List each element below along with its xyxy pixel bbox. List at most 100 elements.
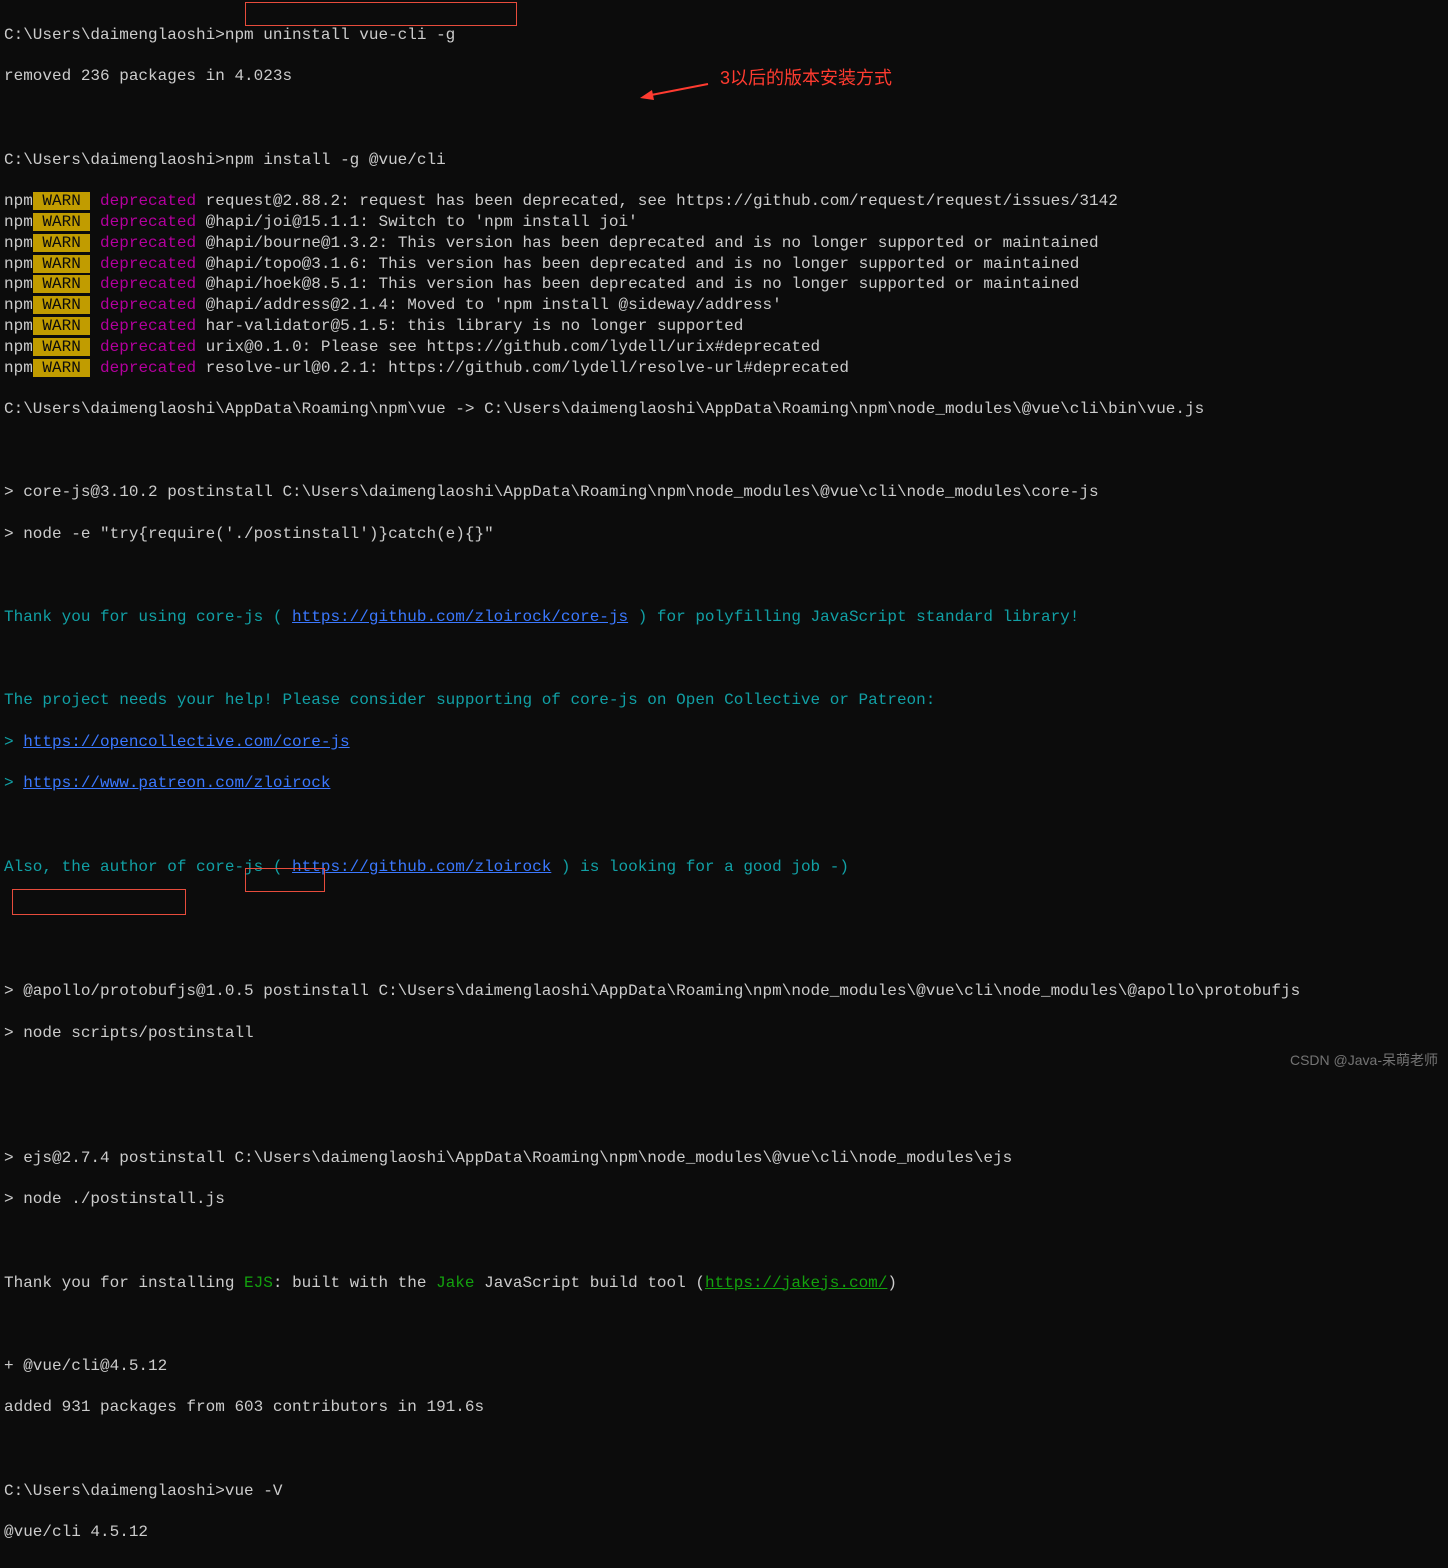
blank-line xyxy=(4,108,1444,129)
corejs-oc-line: > https://opencollective.com/core-js xyxy=(4,732,1444,753)
command-version: vue -V xyxy=(225,1482,283,1500)
deprecated-label: deprecated xyxy=(100,213,196,231)
opencollective-link[interactable]: https://opencollective.com/core-js xyxy=(23,733,349,751)
corejs-help: The project needs your help! Please cons… xyxy=(4,690,1444,711)
corejs-link[interactable]: https://github.com/zloirock/core-js xyxy=(292,608,628,626)
warn-message: : Switch to 'npm install joi' xyxy=(359,213,637,231)
prompt-line: C:\Users\daimenglaoshi>npm install -g @v… xyxy=(4,150,1444,171)
blank-line xyxy=(4,1106,1444,1127)
npm-warn-line: npm WARN deprecated @hapi/joi@15.1.1: Sw… xyxy=(4,212,1444,233)
corejs-pat-line: > https://www.patreon.com/zloirock xyxy=(4,773,1444,794)
warn-message: : This version has been deprecated and i… xyxy=(359,275,1079,293)
blank-line xyxy=(4,441,1444,462)
apollo-postinstall: > @apollo/protobufjs@1.0.5 postinstall C… xyxy=(4,981,1444,1002)
added-packages: added 931 packages from 603 contributors… xyxy=(4,1397,1444,1418)
warn-package: request@2.88.2 xyxy=(206,192,340,210)
command-uninstall: npm uninstall vue-cli -g xyxy=(225,26,455,44)
npm-warn-line: npm WARN deprecated har-validator@5.1.5:… xyxy=(4,316,1444,337)
warn-badge: WARN xyxy=(33,296,91,314)
zloirock-link[interactable]: https://github.com/zloirock xyxy=(292,858,551,876)
ejs-name: EJS xyxy=(244,1274,273,1292)
deprecated-label: deprecated xyxy=(100,234,196,252)
deprecated-label: deprecated xyxy=(100,338,196,356)
command-install: npm install -g @vue/cli xyxy=(225,151,446,169)
deprecated-label: deprecated xyxy=(100,359,196,377)
deprecated-label: deprecated xyxy=(100,275,196,293)
npm-warn-line: npm WARN deprecated @hapi/address@2.1.4:… xyxy=(4,295,1444,316)
blank-line xyxy=(4,1314,1444,1335)
patreon-link[interactable]: https://www.patreon.com/zloirock xyxy=(23,774,330,792)
warn-package: @hapi/hoek@8.5.1 xyxy=(206,275,360,293)
corejs-author: Also, the author of core-js ( https://gi… xyxy=(4,857,1444,878)
warn-badge: WARN xyxy=(33,359,91,377)
npm-label: npm xyxy=(4,338,33,356)
warn-badge: WARN xyxy=(33,255,91,273)
corejs-node: > node -e "try{require('./postinstall')}… xyxy=(4,524,1444,545)
warn-badge: WARN xyxy=(33,275,91,293)
blank-line xyxy=(4,1231,1444,1252)
terminal-output[interactable]: C:\Users\daimenglaoshi>npm uninstall vue… xyxy=(0,0,1448,1568)
npm-label: npm xyxy=(4,275,33,293)
npm-warn-line: npm WARN deprecated resolve-url@0.2.1: h… xyxy=(4,358,1444,379)
corejs-postinstall: > core-js@3.10.2 postinstall C:\Users\da… xyxy=(4,482,1444,503)
ejs-node: > node ./postinstall.js xyxy=(4,1189,1444,1210)
warn-badge: WARN xyxy=(33,234,91,252)
ejs-thank: Thank you for installing EJS: built with… xyxy=(4,1273,1444,1294)
deprecated-label: deprecated xyxy=(100,317,196,335)
warn-message: : https://github.com/lydell/resolve-url#… xyxy=(369,359,849,377)
npm-warn-line: npm WARN deprecated urix@0.1.0: Please s… xyxy=(4,337,1444,358)
npm-warn-line: npm WARN deprecated request@2.88.2: requ… xyxy=(4,191,1444,212)
warn-package: @hapi/address@2.1.4 xyxy=(206,296,388,314)
warn-package: @hapi/bourne@1.3.2 xyxy=(206,234,379,252)
added-cli: + @vue/cli@4.5.12 xyxy=(4,1356,1444,1377)
npm-warn-line: npm WARN deprecated @hapi/topo@3.1.6: Th… xyxy=(4,254,1444,275)
warn-package: urix@0.1.0 xyxy=(206,338,302,356)
warn-message: : this library is no longer supported xyxy=(388,317,743,335)
npm-warn-line: npm WARN deprecated @hapi/hoek@8.5.1: Th… xyxy=(4,274,1444,295)
deprecated-label: deprecated xyxy=(100,255,196,273)
ejs-postinstall: > ejs@2.7.4 postinstall C:\Users\daimeng… xyxy=(4,1148,1444,1169)
warn-package: @hapi/topo@3.1.6 xyxy=(206,255,360,273)
npm-label: npm xyxy=(4,317,33,335)
npm-label: npm xyxy=(4,255,33,273)
blank-line xyxy=(4,1439,1444,1460)
warn-package: @hapi/joi@15.1.1 xyxy=(206,213,360,231)
blank-line xyxy=(4,940,1444,961)
warn-message: : Moved to 'npm install @sideway/address… xyxy=(388,296,782,314)
symlink-line: C:\Users\daimenglaoshi\AppData\Roaming\n… xyxy=(4,399,1444,420)
warn-message: : request has been deprecated, see https… xyxy=(340,192,1118,210)
npm-label: npm xyxy=(4,359,33,377)
prompt-path: C:\Users\daimenglaoshi> xyxy=(4,151,225,169)
prompt-path: C:\Users\daimenglaoshi> xyxy=(4,26,225,44)
prompt-line: C:\Users\daimenglaoshi>vue -V xyxy=(4,1481,1444,1502)
prompt-line: C:\Users\daimenglaoshi>npm uninstall vue… xyxy=(4,25,1444,46)
warn-badge: WARN xyxy=(33,338,91,356)
warn-message: : This version has been deprecated and i… xyxy=(378,234,1098,252)
blank-line xyxy=(4,566,1444,587)
warn-badge: WARN xyxy=(33,192,91,210)
warn-package: resolve-url@0.2.1 xyxy=(206,359,369,377)
npm-label: npm xyxy=(4,213,33,231)
blank-line xyxy=(4,1065,1444,1086)
blank-line xyxy=(4,815,1444,836)
npm-label: npm xyxy=(4,192,33,210)
annotation-text: 3以后的版本安装方式 xyxy=(720,67,892,90)
prompt-path: C:\Users\daimenglaoshi> xyxy=(4,1482,225,1500)
jake-link[interactable]: https://jakejs.com/ xyxy=(705,1274,887,1292)
version-output: @vue/cli 4.5.12 xyxy=(4,1522,1444,1543)
blank-line xyxy=(4,649,1444,670)
npm-label: npm xyxy=(4,234,33,252)
warn-message: : This version has been deprecated and i… xyxy=(359,255,1079,273)
warn-badge: WARN xyxy=(33,213,91,231)
npm-warn-line: npm WARN deprecated @hapi/bourne@1.3.2: … xyxy=(4,233,1444,254)
warn-package: har-validator@5.1.5 xyxy=(206,317,388,335)
deprecated-label: deprecated xyxy=(100,192,196,210)
apollo-node: > node scripts/postinstall xyxy=(4,1023,1444,1044)
corejs-thank: Thank you for using core-js ( https://gi… xyxy=(4,607,1444,628)
warn-message: : Please see https://github.com/lydell/u… xyxy=(302,338,820,356)
warn-badge: WARN xyxy=(33,317,91,335)
watermark: CSDN @Java-呆萌老师 xyxy=(1290,1051,1438,1069)
blank-line xyxy=(4,898,1444,919)
deprecated-label: deprecated xyxy=(100,296,196,314)
npm-label: npm xyxy=(4,296,33,314)
